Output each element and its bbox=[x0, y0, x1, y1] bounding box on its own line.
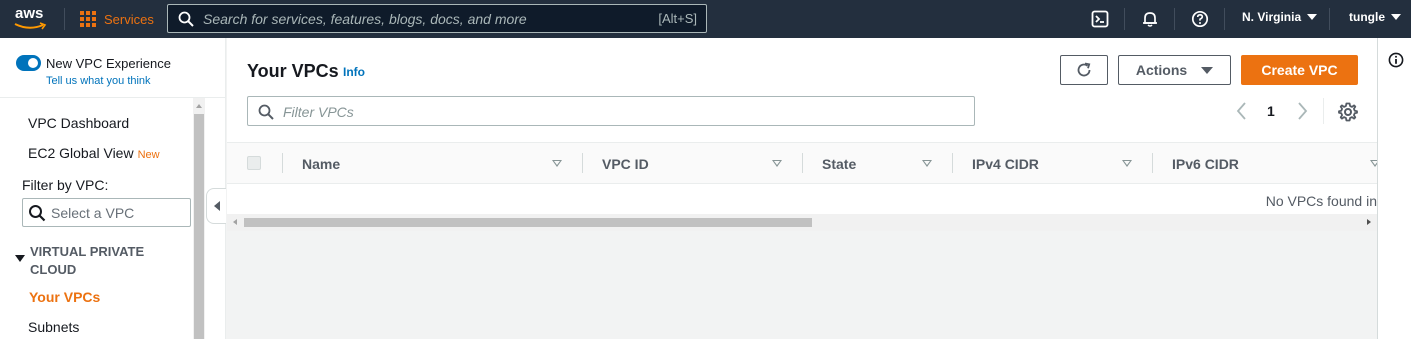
sidebar-item-subnets[interactable]: Subnets bbox=[28, 319, 79, 335]
caret-down-icon bbox=[15, 255, 25, 262]
region-label: N. Virginia bbox=[1242, 10, 1302, 24]
current-page-number[interactable]: 1 bbox=[1267, 103, 1275, 119]
new-vpc-experience-label: New VPC Experience bbox=[46, 56, 171, 71]
column-header-vpc-id[interactable]: VPC ID bbox=[582, 143, 802, 183]
section-title: VIRTUAL PRIVATE CLOUD bbox=[30, 244, 145, 277]
nav-divider bbox=[64, 8, 65, 30]
new-vpc-experience-toggle[interactable] bbox=[16, 55, 41, 71]
sidebar-item-label: EC2 Global View bbox=[28, 145, 134, 161]
actions-label: Actions bbox=[1135, 62, 1188, 78]
nav-separator bbox=[1124, 8, 1125, 30]
previous-page-icon[interactable] bbox=[1233, 100, 1251, 122]
top-navigation: aws Services Search for services, featur… bbox=[0, 0, 1411, 38]
info-link[interactable]: Info bbox=[343, 65, 365, 79]
column-header-name[interactable]: Name bbox=[282, 143, 582, 183]
filter-by-vpc-label: Filter by VPC: bbox=[22, 177, 109, 193]
table-header: Name VPC ID State IPv4 CIDR IPv6 CIDR bbox=[227, 142, 1380, 184]
caret-down-icon bbox=[1307, 14, 1318, 20]
search-icon bbox=[258, 104, 274, 120]
nav-separator bbox=[1174, 8, 1175, 30]
caret-down-icon bbox=[1201, 66, 1214, 74]
chevron-left-icon bbox=[213, 201, 220, 211]
aws-logo-text: aws bbox=[15, 5, 44, 22]
main-content: Your VPCs Info Actions Create VPC Filter… bbox=[227, 38, 1380, 339]
aws-logo[interactable]: aws bbox=[12, 4, 52, 32]
sidebar-item-your-vpcs[interactable]: Your VPCs bbox=[29, 289, 100, 305]
next-page-icon[interactable] bbox=[1293, 100, 1311, 122]
filter-select-placeholder: Select a VPC bbox=[51, 205, 135, 221]
nav-separator bbox=[1224, 8, 1225, 30]
nav-separator bbox=[1329, 8, 1330, 30]
filter-by-vpc-select[interactable]: Select a VPC bbox=[22, 198, 191, 227]
sort-icon[interactable] bbox=[1122, 160, 1132, 167]
filter-vpcs-input[interactable]: Filter VPCs bbox=[247, 96, 975, 126]
pager-divider bbox=[1323, 98, 1324, 124]
sidebar-nav: VPC Dashboard EC2 Global View New Filter … bbox=[0, 98, 205, 339]
empty-state-row: No VPCs found in bbox=[227, 184, 1377, 214]
column-header-ipv6-cidr[interactable]: IPv6 CIDR bbox=[1152, 143, 1380, 183]
scrollbar-thumb[interactable] bbox=[194, 114, 204, 339]
create-vpc-label: Create VPC bbox=[1261, 62, 1338, 78]
new-badge: New bbox=[137, 149, 160, 161]
sidebar-item-vpc-dashboard[interactable]: VPC Dashboard bbox=[28, 115, 129, 131]
user-menu[interactable]: tungle bbox=[1349, 10, 1401, 24]
column-label: IPv4 CIDR bbox=[972, 156, 1039, 172]
search-shortcut: [Alt+S] bbox=[658, 11, 697, 26]
sidebar-item-label: Your VPCs bbox=[29, 289, 101, 305]
scroll-up-arrow-icon[interactable] bbox=[196, 104, 202, 108]
sidebar-item-label: Subnets bbox=[28, 319, 80, 335]
cloudshell-icon[interactable] bbox=[1089, 8, 1111, 30]
column-label: VPC ID bbox=[602, 156, 649, 172]
feedback-link[interactable]: Tell us what you think bbox=[46, 75, 151, 87]
scroll-right-arrow-icon[interactable] bbox=[1367, 219, 1371, 225]
global-search-input[interactable]: Search for services, features, blogs, do… bbox=[167, 4, 707, 33]
refresh-button[interactable] bbox=[1060, 55, 1108, 85]
services-label: Services bbox=[104, 11, 154, 27]
search-icon bbox=[178, 11, 194, 27]
gear-icon[interactable] bbox=[1337, 101, 1359, 123]
column-label: Name bbox=[302, 156, 341, 172]
sort-icon[interactable] bbox=[922, 160, 932, 167]
search-icon bbox=[29, 205, 46, 222]
vpcs-table-container: Your VPCs Info Actions Create VPC Filter… bbox=[227, 38, 1380, 216]
sidebar-item-ec2-global-view[interactable]: EC2 Global View New bbox=[28, 145, 160, 161]
column-header-ipv4-cidr[interactable]: IPv4 CIDR bbox=[952, 143, 1152, 183]
region-selector[interactable]: N. Virginia bbox=[1242, 10, 1318, 24]
scrollbar-thumb[interactable] bbox=[244, 218, 812, 227]
sort-icon[interactable] bbox=[552, 160, 562, 167]
caret-down-icon bbox=[1391, 14, 1401, 20]
help-panel-rail bbox=[1377, 38, 1411, 339]
empty-state-text: No VPCs found in bbox=[1265, 193, 1377, 209]
filter-vpcs-placeholder: Filter VPCs bbox=[283, 104, 354, 120]
sidebar-item-label: VPC Dashboard bbox=[28, 115, 130, 131]
column-label: IPv6 CIDR bbox=[1172, 156, 1239, 172]
table-horizontal-scrollbar[interactable] bbox=[227, 214, 1377, 231]
select-all-checkbox[interactable] bbox=[247, 156, 261, 170]
collapse-sidebar-button[interactable] bbox=[206, 188, 226, 224]
services-grid-icon bbox=[80, 11, 96, 27]
aws-smile-icon bbox=[14, 22, 47, 30]
sidebar: New VPC Experience Tell us what you thin… bbox=[0, 38, 226, 339]
sort-icon[interactable] bbox=[772, 160, 782, 167]
page-title: Your VPCs bbox=[247, 61, 339, 81]
column-header-state[interactable]: State bbox=[802, 143, 952, 183]
scroll-left-arrow-icon[interactable] bbox=[233, 219, 237, 225]
sidebar-scrollbar[interactable] bbox=[193, 98, 205, 339]
column-label: State bbox=[822, 156, 857, 172]
user-label: tungle bbox=[1349, 10, 1385, 24]
actions-button[interactable]: Actions bbox=[1118, 55, 1231, 85]
create-vpc-button[interactable]: Create VPC bbox=[1241, 55, 1358, 85]
refresh-icon bbox=[1077, 62, 1091, 77]
toggle-switch[interactable] bbox=[16, 55, 41, 71]
bell-icon[interactable] bbox=[1139, 8, 1161, 30]
info-icon[interactable] bbox=[1388, 52, 1404, 68]
search-placeholder: Search for services, features, blogs, do… bbox=[203, 11, 527, 27]
services-menu[interactable]: Services bbox=[80, 8, 154, 30]
help-icon[interactable] bbox=[1189, 8, 1211, 30]
